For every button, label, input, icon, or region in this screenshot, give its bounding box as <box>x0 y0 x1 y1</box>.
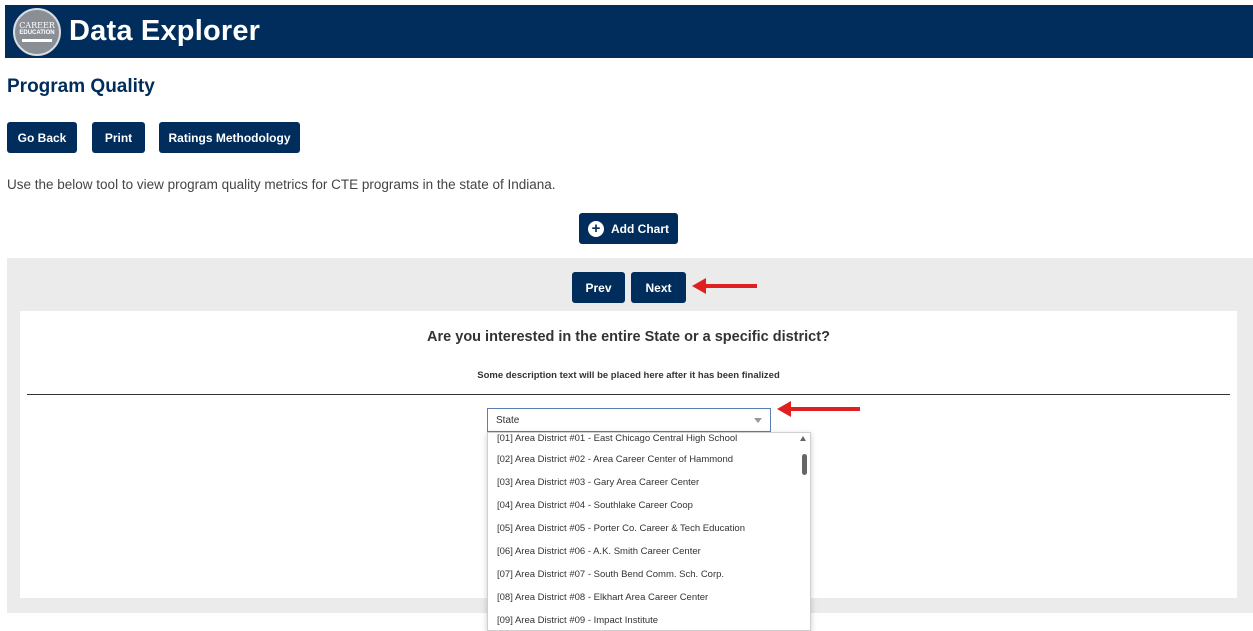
logo-line1: CAREER <box>19 20 55 30</box>
plus-circle-icon: + <box>588 220 604 237</box>
print-button[interactable]: Print <box>92 122 145 153</box>
app-header: CAREER EDUCATION Data Explorer <box>5 5 1253 58</box>
dropdown-option[interactable]: [07] Area District #07 - South Bend Comm… <box>488 563 810 586</box>
ratings-methodology-button[interactable]: Ratings Methodology <box>159 122 300 153</box>
question-description: Some description text will be placed her… <box>477 370 780 381</box>
dropdown-option[interactable]: [08] Area District #08 - Elkhart Area Ca… <box>488 586 810 609</box>
district-dropdown[interactable]: [01] Area District #01 - East Chicago Ce… <box>487 432 811 631</box>
prev-button[interactable]: Prev <box>572 272 625 303</box>
chevron-down-icon[interactable] <box>754 418 762 423</box>
page-title: Program Quality <box>7 76 155 97</box>
cte-logo[interactable]: CAREER EDUCATION <box>13 7 61 56</box>
annotation-arrow-icon <box>777 401 860 417</box>
add-chart-button[interactable]: + Add Chart <box>579 213 678 244</box>
dropdown-option[interactable]: [09] Area District #09 - Impact Institut… <box>488 609 810 630</box>
dropdown-option[interactable]: [06] Area District #06 - A.K. Smith Care… <box>488 540 810 563</box>
annotation-arrow-icon <box>692 278 757 294</box>
district-select[interactable]: State <box>487 408 771 432</box>
dropdown-option[interactable]: [01] Area District #01 - East Chicago Ce… <box>488 433 810 448</box>
question-heading: Are you interested in the entire State o… <box>427 329 830 345</box>
dropdown-option[interactable]: [05] Area District #05 - Porter Co. Care… <box>488 517 810 540</box>
scrollbar-thumb[interactable] <box>802 454 807 475</box>
logo-bar <box>22 38 52 42</box>
dropdown-option[interactable]: [04] Area District #04 - Southlake Caree… <box>488 494 810 517</box>
add-chart-label: Add Chart <box>611 221 669 236</box>
dropdown-option[interactable]: [03] Area District #03 - Gary Area Caree… <box>488 471 810 494</box>
logo-line2: EDUCATION <box>19 29 55 36</box>
go-back-button[interactable]: Go Back <box>7 122 77 153</box>
scroll-up-icon[interactable] <box>800 436 806 441</box>
divider <box>27 394 1230 395</box>
app-title: Data Explorer <box>69 15 261 47</box>
page-description: Use the below tool to view program quali… <box>7 177 556 192</box>
dropdown-option[interactable]: [02] Area District #02 - Area Career Cen… <box>488 448 810 471</box>
select-value: State <box>496 414 520 426</box>
next-button[interactable]: Next <box>631 272 686 303</box>
